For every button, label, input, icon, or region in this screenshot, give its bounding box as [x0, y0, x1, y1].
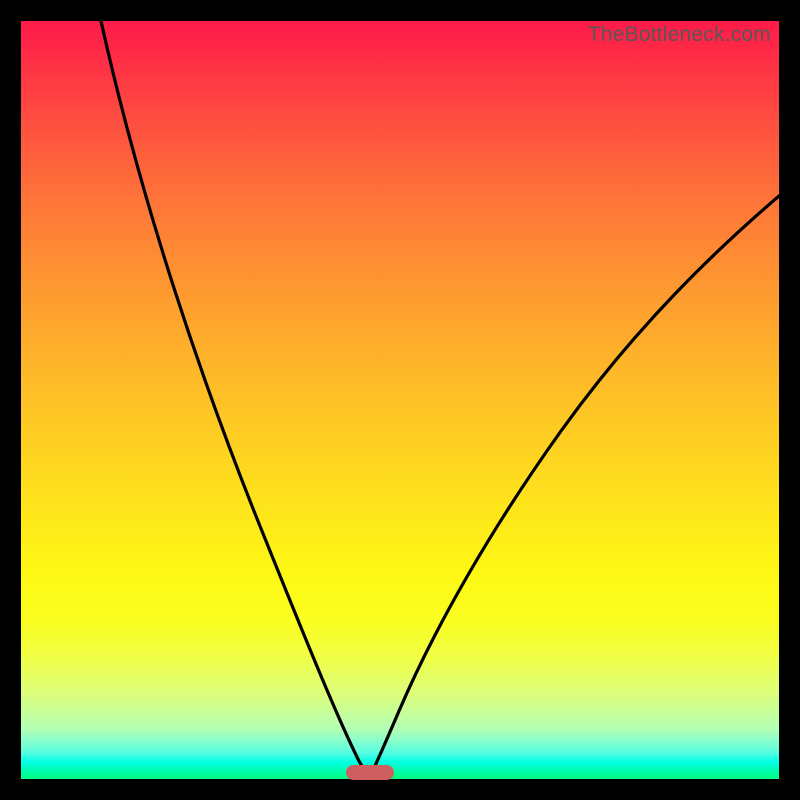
left-curve — [101, 21, 370, 776]
optimal-range-marker — [346, 765, 394, 780]
chart-plot-area: TheBottleneck.com — [21, 21, 779, 779]
curves-svg — [21, 21, 779, 779]
right-curve — [370, 196, 779, 776]
